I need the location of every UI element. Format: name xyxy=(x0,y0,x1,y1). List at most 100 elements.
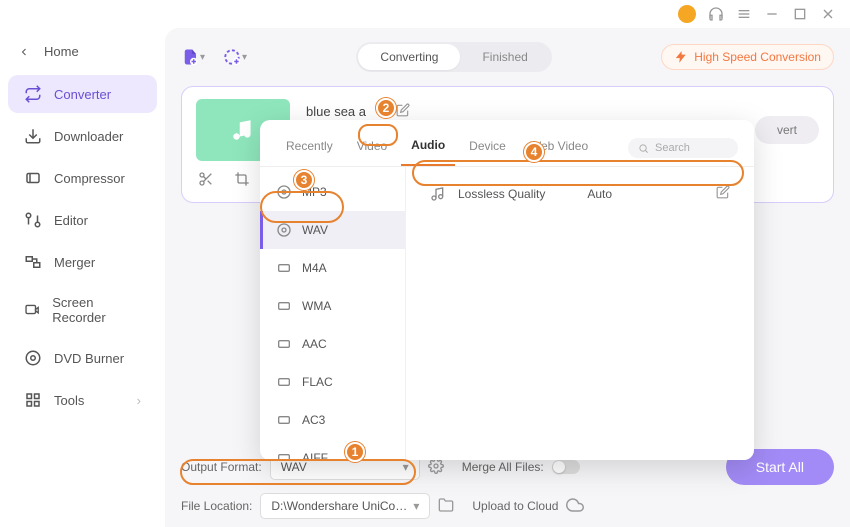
sidebar-item-label: Merger xyxy=(54,255,95,270)
format-mp3[interactable]: MP3 xyxy=(260,173,405,211)
edit-preset-icon[interactable] xyxy=(716,185,730,202)
tab-audio[interactable]: Audio xyxy=(401,130,455,166)
sidebar-item-screen-recorder[interactable]: Screen Recorder xyxy=(8,285,157,335)
sidebar-item-compressor[interactable]: Compressor xyxy=(8,159,157,197)
home-label: Home xyxy=(44,44,79,59)
format-wav[interactable]: WAV xyxy=(260,211,405,249)
sidebar-item-merger[interactable]: Merger xyxy=(8,243,157,281)
screen-recorder-icon xyxy=(24,301,40,319)
format-aiff[interactable]: AIFF xyxy=(260,439,405,460)
crop-icon[interactable] xyxy=(234,171,250,192)
chevron-right-icon: › xyxy=(137,393,141,408)
converter-icon xyxy=(24,85,42,103)
format-label: AAC xyxy=(302,337,327,351)
merge-toggle[interactable] xyxy=(552,460,580,474)
tools-icon xyxy=(24,391,42,409)
format-panel: Recently Video Audio Device Web Video Se… xyxy=(260,120,754,460)
file-location-value: D:\Wondershare UniConverter 1 xyxy=(271,499,411,513)
disc-icon xyxy=(276,222,292,238)
hsc-label: High Speed Conversion xyxy=(694,50,821,64)
format-ac3[interactable]: AC3 xyxy=(260,401,405,439)
sidebar-item-label: Converter xyxy=(54,87,111,102)
sidebar-item-label: Screen Recorder xyxy=(52,295,141,325)
sidebar-item-converter[interactable]: Converter xyxy=(8,75,157,113)
preset-value: Auto xyxy=(587,187,612,201)
add-file-button[interactable]: ▾ xyxy=(181,45,205,69)
format-tabs: Recently Video Audio Device Web Video Se… xyxy=(260,120,754,167)
codec-icon xyxy=(276,450,292,460)
file-title: blue sea a xyxy=(306,104,366,119)
annotation-badge-2: 2 xyxy=(376,98,396,118)
format-list: MP3 WAV M4A WMA AAC FLAC AC3 AIFF xyxy=(260,167,406,460)
format-label: AIFF xyxy=(302,451,328,460)
high-speed-conversion[interactable]: High Speed Conversion xyxy=(661,44,834,70)
editor-icon xyxy=(24,211,42,229)
sidebar: Home Converter Downloader Compressor Edi… xyxy=(0,28,165,527)
format-flac[interactable]: FLAC xyxy=(260,363,405,401)
trim-icon[interactable] xyxy=(198,171,214,192)
sidebar-item-editor[interactable]: Editor xyxy=(8,201,157,239)
sidebar-item-label: DVD Burner xyxy=(54,351,124,366)
open-folder-icon[interactable] xyxy=(438,497,454,516)
sidebar-item-downloader[interactable]: Downloader xyxy=(8,117,157,155)
avatar[interactable] xyxy=(678,5,696,23)
chevron-down-icon: ▾ xyxy=(413,499,419,513)
segment-converting[interactable]: Converting xyxy=(358,44,460,70)
music-icon xyxy=(430,186,446,202)
codec-icon xyxy=(276,298,292,314)
chevron-down-icon: ▾ xyxy=(200,52,205,63)
preset-quality: Lossless Quality xyxy=(458,187,545,201)
output-format-value: WAV xyxy=(281,460,307,474)
format-search[interactable]: Search xyxy=(628,138,738,158)
chevron-down-icon: ▾ xyxy=(403,460,409,474)
file-location-label: File Location: xyxy=(181,499,252,513)
compressor-icon xyxy=(24,169,42,187)
merger-icon xyxy=(24,253,42,271)
sidebar-item-tools[interactable]: Tools › xyxy=(8,381,157,419)
sidebar-item-dvd-burner[interactable]: DVD Burner xyxy=(8,339,157,377)
tab-recently[interactable]: Recently xyxy=(276,131,343,165)
menu-icon[interactable] xyxy=(736,6,752,22)
sidebar-item-label: Compressor xyxy=(54,171,125,186)
annotation-badge-4: 4 xyxy=(524,142,544,162)
format-m4a[interactable]: M4A xyxy=(260,249,405,287)
annotation-badge-3: 3 xyxy=(294,170,314,190)
home-link[interactable]: Home xyxy=(0,36,165,75)
disc-icon xyxy=(276,184,292,200)
sidebar-item-label: Downloader xyxy=(54,129,123,144)
annotation-badge-1: 1 xyxy=(345,442,365,462)
convert-button[interactable]: vert xyxy=(755,116,819,144)
toolbar: ▾ ▾ Converting Finished High Speed Conve… xyxy=(181,42,834,72)
format-wma[interactable]: WMA xyxy=(260,287,405,325)
dvd-burner-icon xyxy=(24,349,42,367)
format-label: AC3 xyxy=(302,413,325,427)
minimize-icon[interactable] xyxy=(764,6,780,22)
window-titlebar xyxy=(0,0,850,28)
downloader-icon xyxy=(24,127,42,145)
search-icon xyxy=(638,143,649,154)
codec-icon xyxy=(276,260,292,276)
codec-icon xyxy=(276,374,292,390)
preset-lossless[interactable]: Lossless Quality Auto xyxy=(420,177,740,210)
settings-icon[interactable] xyxy=(428,458,444,477)
support-icon[interactable] xyxy=(708,6,724,22)
format-label: M4A xyxy=(302,261,327,275)
preset-area: Lossless Quality Auto xyxy=(406,167,754,460)
add-url-button[interactable]: ▾ xyxy=(223,45,247,69)
file-location-select[interactable]: D:\Wondershare UniConverter 1 ▾ xyxy=(260,493,430,519)
close-icon[interactable] xyxy=(820,6,836,22)
format-label: FLAC xyxy=(302,375,333,389)
maximize-icon[interactable] xyxy=(792,6,808,22)
tab-video[interactable]: Video xyxy=(347,131,397,165)
output-format-label: Output Format: xyxy=(181,460,262,474)
segment-finished[interactable]: Finished xyxy=(460,44,549,70)
merge-label: Merge All Files: xyxy=(462,460,544,474)
tab-device[interactable]: Device xyxy=(459,131,516,165)
cloud-label: Upload to Cloud xyxy=(472,499,558,513)
format-label: WMA xyxy=(302,299,331,313)
format-aac[interactable]: AAC xyxy=(260,325,405,363)
edit-title-icon[interactable] xyxy=(396,103,410,120)
cloud-icon[interactable] xyxy=(566,496,584,517)
format-label: WAV xyxy=(302,223,328,237)
codec-icon xyxy=(276,336,292,352)
